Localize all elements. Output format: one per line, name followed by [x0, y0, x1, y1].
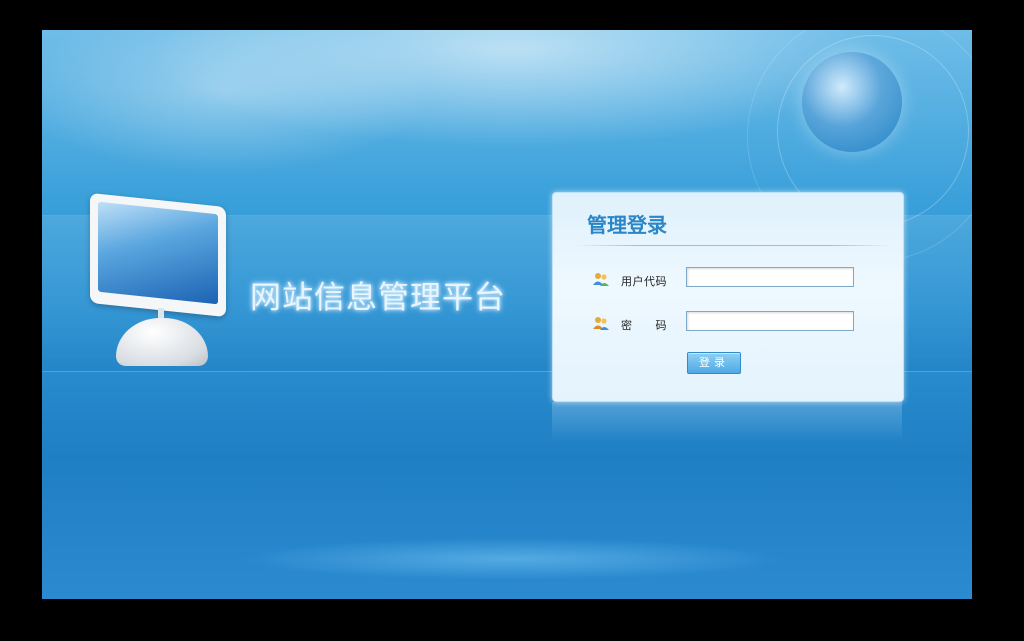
monitor-stand: [116, 318, 208, 366]
login-button[interactable]: 登录: [687, 352, 741, 374]
password-input[interactable]: [686, 311, 854, 331]
username-label: 用户代码: [621, 275, 667, 288]
panel-reflection: [552, 402, 902, 442]
login-page-background: 网站信息管理平台 管理登录 用户代码 密 码 登录: [42, 30, 972, 599]
password-label: 密 码: [621, 319, 667, 332]
login-panel: 管理登录 用户代码 密 码 登录: [552, 192, 904, 402]
user-group-icon: [593, 273, 609, 286]
login-title: 管理登录: [587, 213, 667, 237]
divider: [575, 245, 891, 246]
username-row: 用户代码: [593, 267, 893, 291]
monitor-screen: [90, 192, 226, 318]
site-title: 网站信息管理平台: [250, 280, 506, 316]
username-input[interactable]: [686, 267, 854, 287]
monitor-illustration: [90, 192, 230, 370]
floor-glow: [122, 535, 902, 595]
globe-image: [802, 52, 902, 152]
password-row: 密 码: [593, 311, 893, 335]
user-group-icon: [593, 317, 609, 330]
